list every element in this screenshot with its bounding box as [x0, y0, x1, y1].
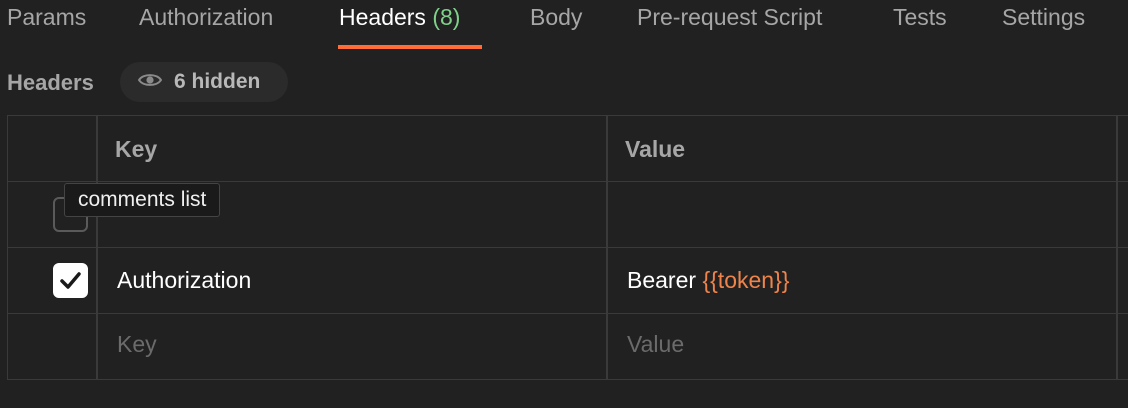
new-key-input[interactable]: Key: [117, 331, 157, 358]
value-text: Bearer: [627, 267, 703, 293]
tab-body[interactable]: Body: [530, 4, 582, 31]
section-title: Headers: [7, 70, 94, 95]
tab-headers[interactable]: Headers (8): [339, 4, 460, 31]
row-key-input[interactable]: Authorization: [117, 267, 251, 294]
headers-table: Key Value Authorization Bearer {{token}}…: [7, 115, 1128, 380]
hidden-headers-toggle[interactable]: 6 hidden: [120, 62, 288, 102]
tab-settings[interactable]: Settings: [1002, 4, 1085, 31]
column-divider: [96, 116, 98, 379]
row-value-input[interactable]: Bearer {{token}}: [627, 267, 789, 294]
table-row: Authorization Bearer {{token}}: [8, 248, 1128, 314]
column-header-key: Key: [115, 136, 158, 162]
tab-authorization[interactable]: Authorization: [139, 4, 273, 31]
new-value-input[interactable]: Value: [627, 331, 684, 358]
hidden-count-label: 6 hidden: [174, 70, 261, 93]
tab-params[interactable]: Params: [7, 4, 86, 31]
request-tabs: Params Authorization Headers (8) Body Pr…: [0, 0, 1128, 50]
value-variable: {{token}}: [702, 267, 790, 293]
row-enable-checkbox[interactable]: [53, 263, 88, 298]
eye-icon: [137, 72, 163, 93]
tab-headers-label: Headers: [339, 4, 426, 30]
tab-tests[interactable]: Tests: [893, 4, 947, 31]
tab-headers-count: (8): [432, 4, 461, 30]
tooltip: comments list: [64, 183, 221, 217]
column-header-value: Value: [625, 136, 686, 162]
checkmark-icon: [60, 272, 81, 289]
tab-pre-request-script[interactable]: Pre-request Script: [637, 4, 822, 31]
column-divider: [606, 116, 608, 379]
table-header-row: Key Value: [8, 116, 1128, 182]
column-divider: [1116, 116, 1118, 379]
active-tab-indicator: [338, 45, 482, 49]
table-row-new: Key Value: [8, 314, 1128, 380]
